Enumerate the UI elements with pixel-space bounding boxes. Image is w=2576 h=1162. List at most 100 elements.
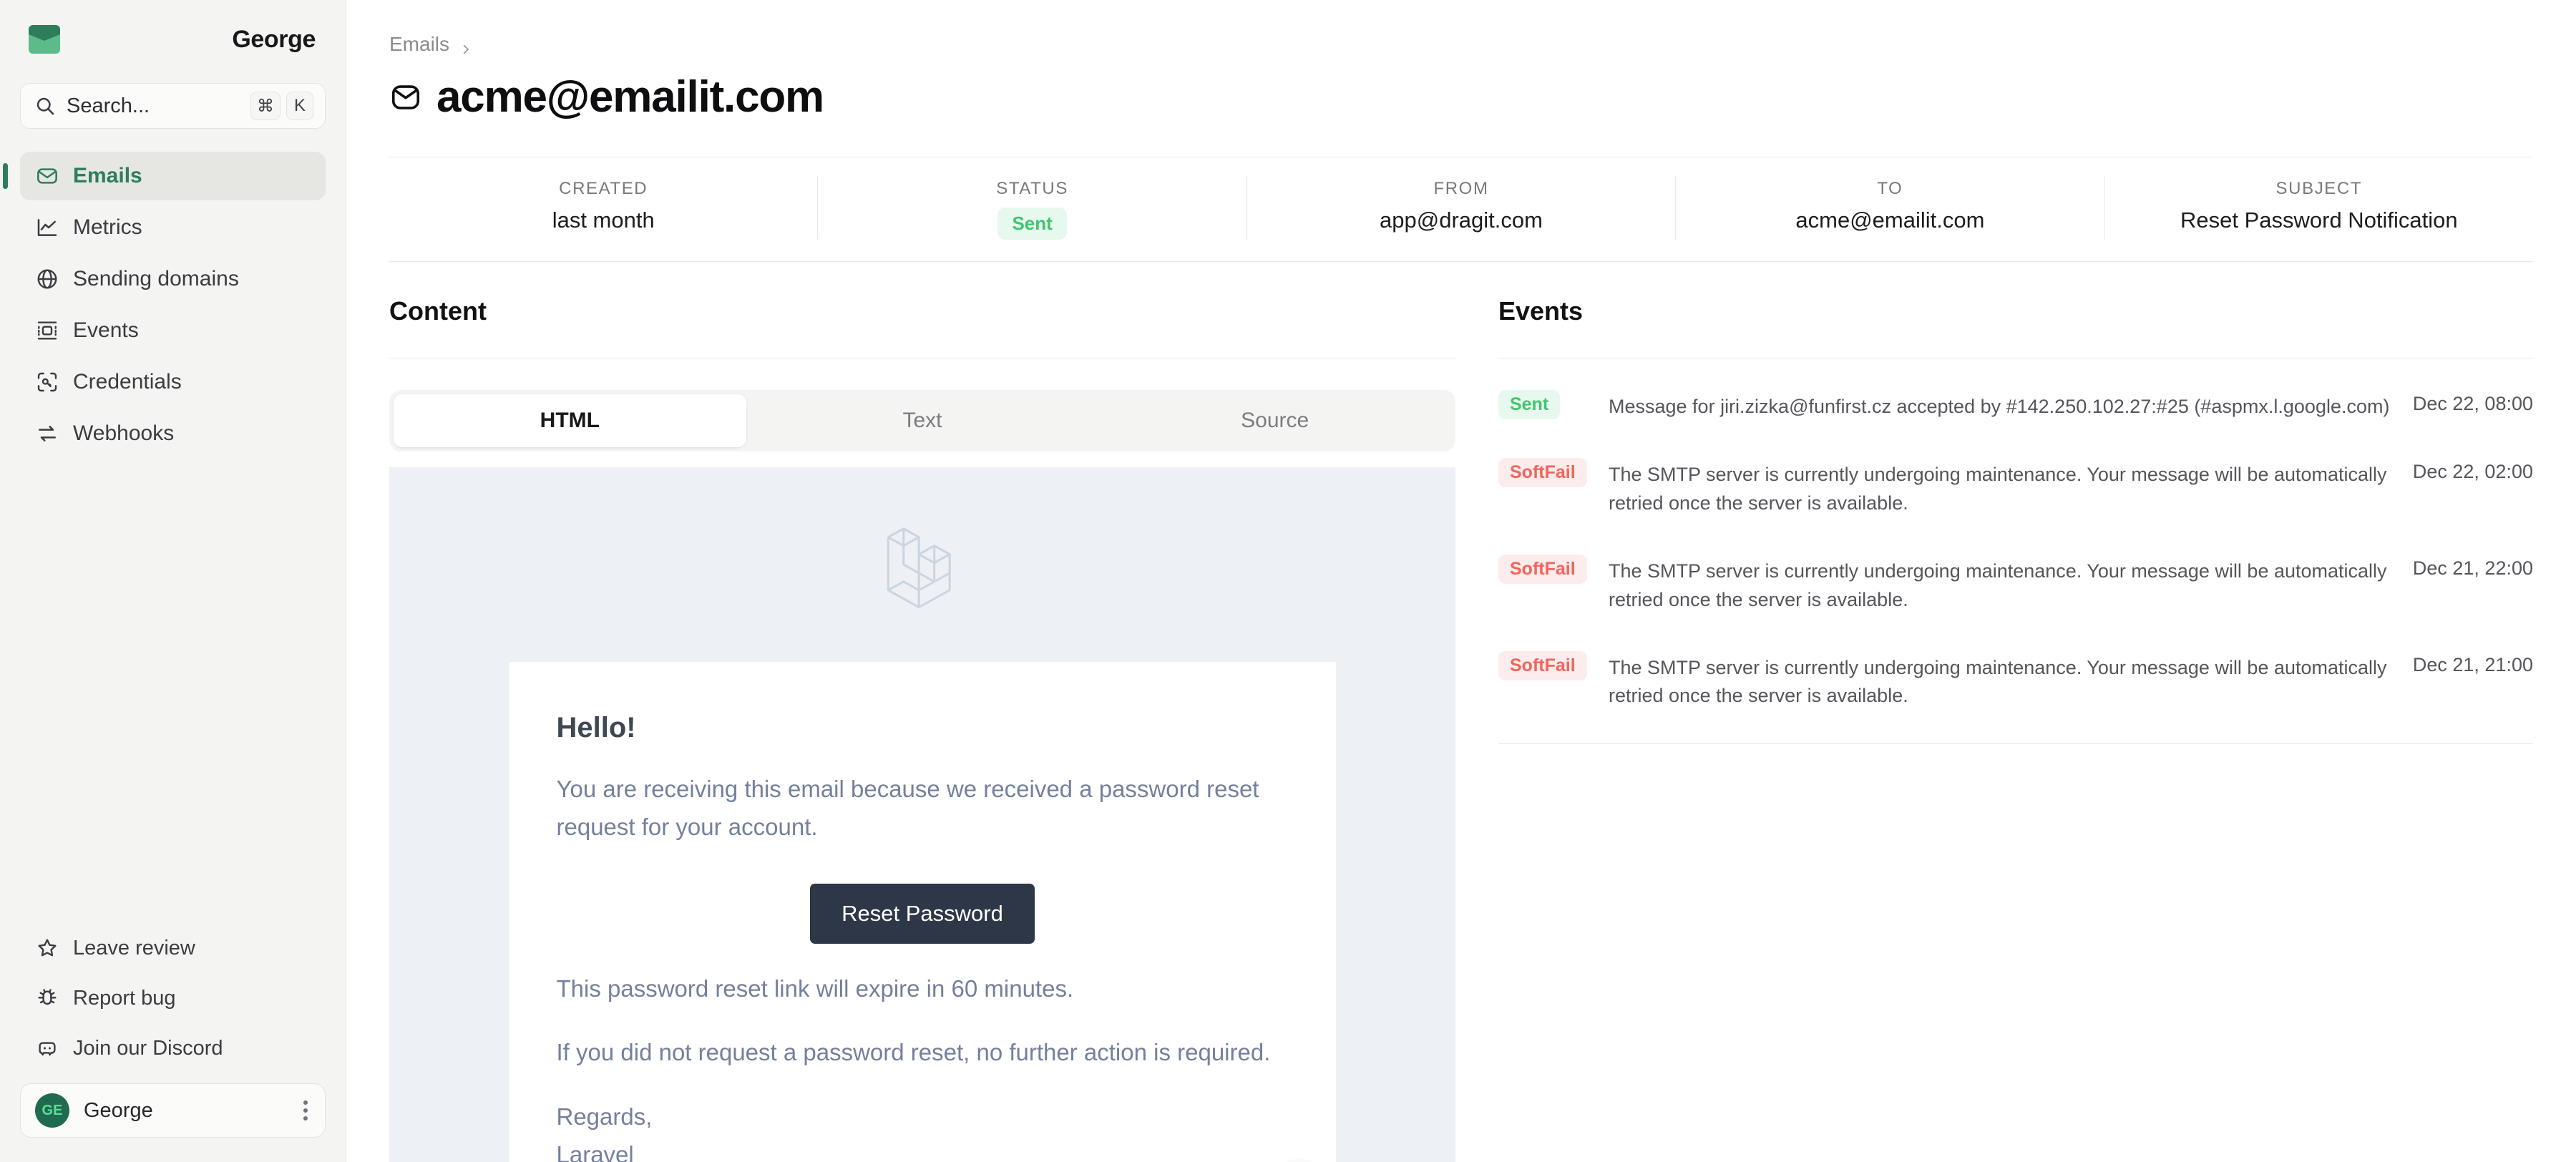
page-title: acme@emailit.com [436, 72, 824, 122]
app-root: George Search... ⌘ K Emails Metrics Send… [0, 0, 2576, 1162]
email-preview: Hello! You are receiving this email beca… [389, 467, 1455, 1162]
sidebar-item-sending-domains[interactable]: Sending domains [20, 255, 326, 303]
chart-line-icon [36, 216, 59, 239]
event-row[interactable]: SoftFail The SMTP server is currently un… [1498, 536, 2533, 633]
search-icon [35, 96, 55, 116]
event-row[interactable]: SoftFail The SMTP server is currently un… [1498, 439, 2533, 536]
status-badge: SoftFail [1498, 555, 1587, 585]
main-content: Emails acme@emailit.com CREATED last mon… [346, 0, 2576, 1162]
email-paragraph-3: If you did not request a password reset,… [556, 1039, 1271, 1066]
sidebar: George Search... ⌘ K Emails Metrics Send… [0, 0, 346, 1162]
meta-label: CREATED [559, 179, 648, 198]
sidebar-item-metrics[interactable]: Metrics [20, 203, 326, 252]
kebab-menu-icon[interactable] [303, 1100, 311, 1120]
page-title-row: acme@emailit.com [389, 72, 2533, 122]
brand-name: George [232, 25, 316, 53]
meta-status: STATUS Sent [817, 176, 1246, 240]
event-timestamp: Dec 21, 22:00 [2412, 557, 2533, 580]
content-tabs: HTML Text Source [389, 390, 1455, 451]
events-panel: Events Sent Message for jiri.zizka@funfi… [1498, 262, 2533, 1162]
avatar: GE [35, 1093, 69, 1128]
event-timestamp: Dec 22, 08:00 [2412, 393, 2533, 414]
search-shortcut: ⌘ K [250, 92, 313, 120]
meta-created: CREATED last month [389, 176, 817, 240]
event-badge-wrapper: SoftFail [1498, 458, 1591, 488]
event-message: Message for jiri.zizka@funfirst.cz accep… [1609, 396, 2390, 417]
event-badge-wrapper: SoftFail [1498, 555, 1591, 585]
event-timestamp: Dec 21, 21:00 [2412, 654, 2533, 676]
status-badge: Sent [997, 208, 1067, 240]
email-heading: Hello! [556, 712, 636, 743]
sidebar-item-label: Sending domains [73, 267, 239, 290]
sidebar-item-emails[interactable]: Emails [3, 152, 326, 200]
divider [1498, 743, 2533, 744]
sidebar-item-label: Emails [73, 164, 142, 187]
exchange-icon [36, 422, 59, 445]
meta-value: app@dragit.com [1380, 208, 1543, 233]
sidebar-brand: George [20, 0, 326, 79]
events-list: Sent Message for jiri.zizka@funfirst.cz … [1498, 371, 2533, 729]
sidebar-item-label: Leave review [73, 936, 195, 960]
chevron-right-icon [459, 38, 472, 54]
event-message: The SMTP server is currently undergoing … [1609, 464, 2387, 514]
email-cta-wrapper: Reset Password [557, 883, 1289, 944]
sidebar-item-leave-review[interactable]: Leave review [20, 924, 326, 972]
reset-password-button[interactable]: Reset Password [810, 883, 1035, 944]
tab-text[interactable]: Text [746, 394, 1099, 447]
sidebar-item-report-bug[interactable]: Report bug [20, 975, 326, 1022]
email-signature: Laravel [556, 1141, 634, 1162]
meta-from: FROM app@dragit.com [1246, 176, 1675, 240]
sidebar-item-label: Credentials [73, 370, 182, 394]
meta-value: last month [552, 208, 655, 233]
sidebar-item-join-discord[interactable]: Join our Discord [20, 1025, 326, 1072]
breadcrumb: Emails [389, 33, 2533, 56]
meta-label: SUBJECT [2275, 179, 2363, 198]
key-scan-icon [36, 371, 59, 394]
laravel-logo-icon [879, 512, 965, 617]
event-timestamp: Dec 22, 02:00 [2412, 461, 2533, 483]
emailit-logo-icon [26, 22, 63, 57]
panels: Content HTML Text Source Hello! You are … [346, 262, 2576, 1162]
breadcrumb-item-emails[interactable]: Emails [389, 33, 449, 56]
sidebar-item-webhooks[interactable]: Webhooks [20, 409, 326, 458]
event-row[interactable]: Sent Message for jiri.zizka@funfirst.cz … [1498, 371, 2533, 439]
sidebar-item-events[interactable]: Events [20, 306, 326, 355]
email-signoff: Regards, [556, 1103, 653, 1130]
envelope-icon [389, 81, 422, 114]
sidebar-item-credentials[interactable]: Credentials [20, 358, 326, 406]
sidebar-bottom-nav: Leave review Report bug Join our Discord [20, 924, 326, 1072]
sidebar-item-label: Events [73, 318, 139, 342]
tab-source[interactable]: Source [1098, 394, 1451, 447]
meta-to: TO acme@emailit.com [1675, 176, 2104, 240]
event-badge-wrapper: Sent [1498, 390, 1591, 419]
bug-icon [36, 987, 59, 1010]
star-icon [36, 937, 59, 960]
meta-label: STATUS [996, 179, 1068, 198]
kbd-k: K [286, 92, 313, 120]
user-account-card[interactable]: GE George [20, 1083, 326, 1138]
tab-html[interactable]: HTML [394, 394, 746, 447]
sidebar-item-label: Webhooks [73, 421, 175, 445]
sidebar-item-label: Join our Discord [73, 1036, 223, 1060]
envelope-icon [36, 165, 59, 187]
meta-subject: SUBJECT Reset Password Notification [2104, 176, 2533, 240]
meta-value: Reset Password Notification [2180, 208, 2458, 233]
status-badge: SoftFail [1498, 651, 1587, 681]
status-badge: Sent [1498, 390, 1561, 419]
globe-icon [36, 268, 59, 290]
event-message: The SMTP server is currently undergoing … [1609, 560, 2387, 610]
search-input[interactable]: Search... ⌘ K [20, 83, 326, 129]
event-row[interactable]: SoftFail The SMTP server is currently un… [1498, 633, 2533, 729]
events-panel-title: Events [1498, 296, 1584, 326]
event-message: The SMTP server is currently undergoing … [1609, 657, 2387, 707]
email-paragraph-2: This password reset link will expire in … [556, 975, 1074, 1002]
sidebar-item-label: Metrics [73, 215, 142, 239]
search-placeholder: Search... [67, 94, 150, 117]
meta-label: FROM [1433, 179, 1489, 198]
email-paragraph-1: You are receiving this email because we … [556, 776, 1259, 841]
status-badge: SoftFail [1498, 458, 1587, 488]
sidebar-nav: Emails Metrics Sending domains Events Cr… [3, 152, 326, 458]
meta-value: acme@emailit.com [1795, 208, 1985, 233]
user-name: George [84, 1098, 153, 1122]
